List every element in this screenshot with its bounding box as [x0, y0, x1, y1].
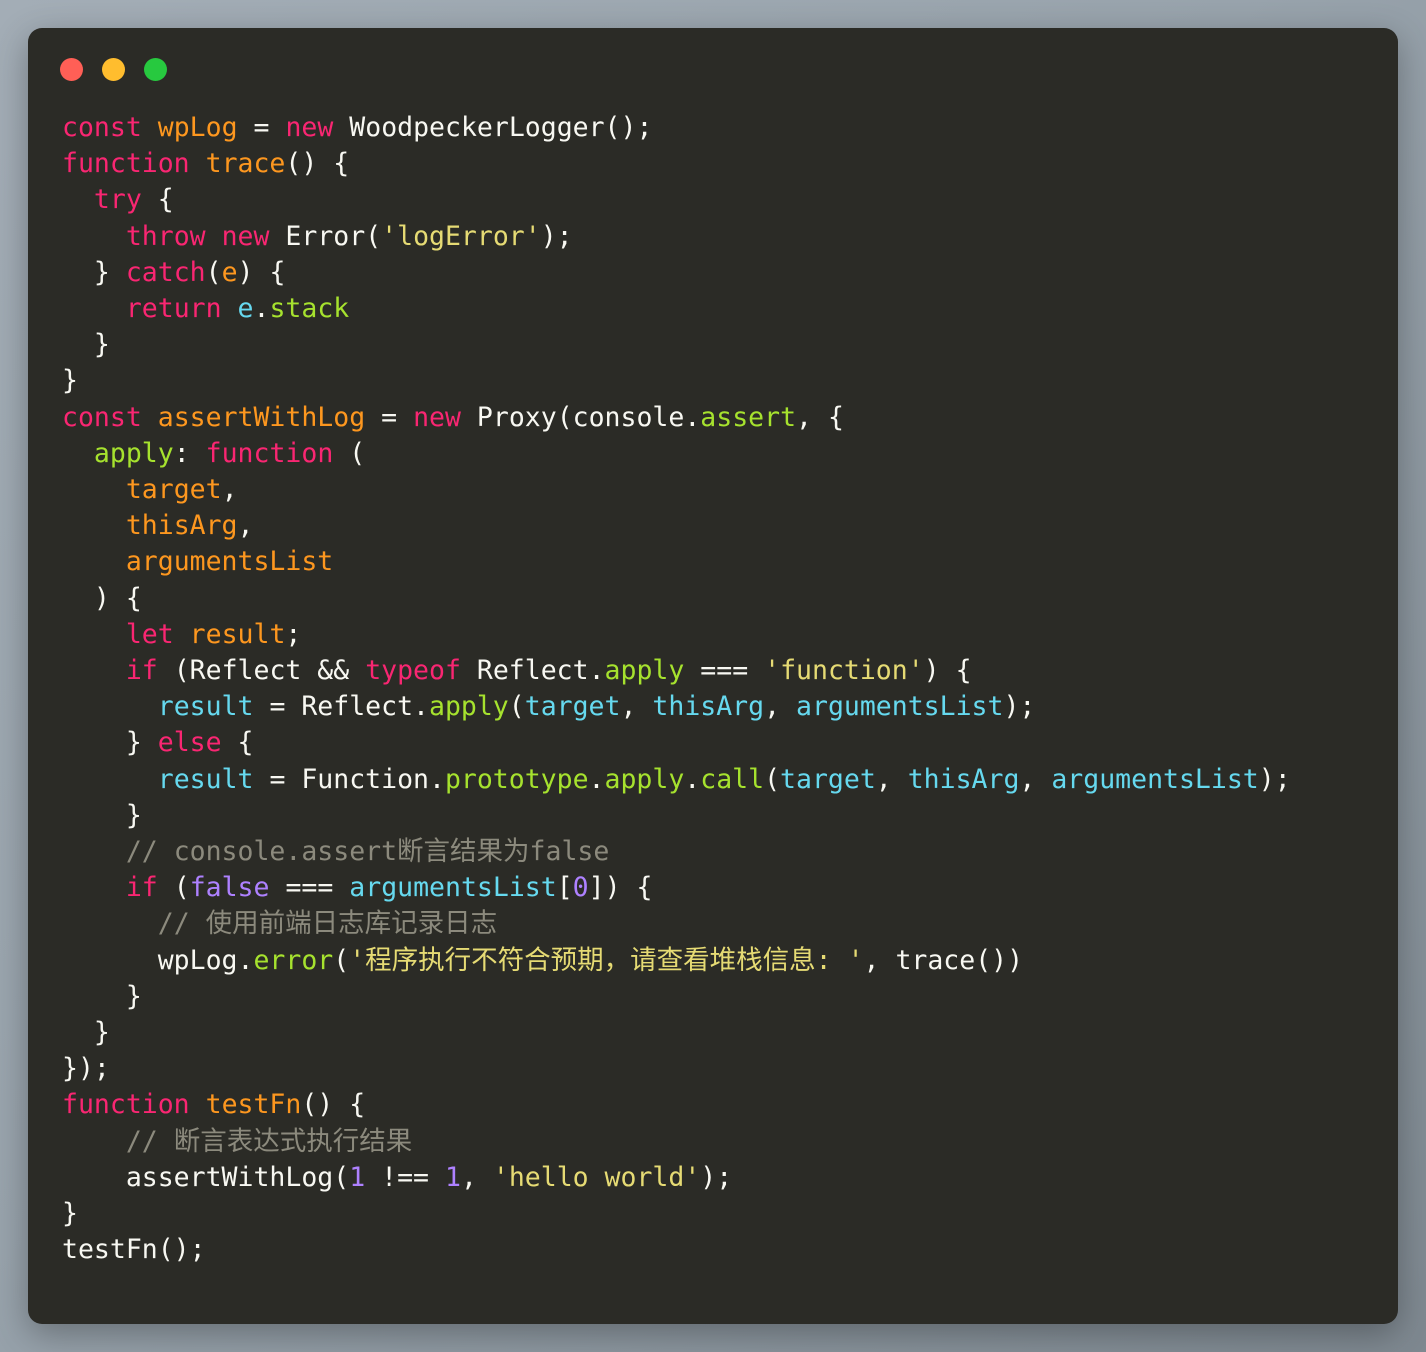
close-window-button[interactable]	[60, 57, 83, 81]
code-line: thisArg,	[125, 510, 254, 542]
code-line: } else {	[62, 727, 254, 759]
code-line: if (Reflect && typeof Reflect.apply === …	[125, 655, 972, 687]
code-line: return e.stack	[125, 293, 350, 325]
code-line: }	[62, 980, 142, 1012]
code-line: } catch(e) {	[62, 256, 286, 288]
maximize-window-button[interactable]	[144, 57, 167, 81]
code-line: });	[62, 1053, 110, 1085]
code-line: function trace() {	[62, 148, 350, 180]
code-line: result = Reflect.apply(target, thisArg, …	[157, 691, 1036, 723]
code-line: let result;	[125, 618, 302, 650]
code-line: const assertWithLog = new Proxy(console.…	[62, 401, 844, 433]
code-line: }	[62, 1198, 78, 1230]
code-line: function testFn() {	[62, 1089, 366, 1121]
code-line: ) {	[62, 582, 142, 614]
code-line: }	[62, 329, 110, 361]
code-line: result = Function.prototype.apply.call(t…	[157, 763, 1291, 795]
code-line: wpLog.error('程序执行不符合预期，请查看堆栈信息: ', trace…	[62, 944, 1024, 976]
code-line: apply: function (	[93, 437, 366, 469]
code-line: assertWithLog(1 !== 1, 'hello world');	[62, 1161, 733, 1193]
code-line: }	[62, 365, 78, 397]
source-code-block: const wpLog = new WoodpeckerLogger(); fu…	[62, 110, 1398, 1269]
code-line: const wpLog = new WoodpeckerLogger();	[62, 112, 653, 143]
code-line: testFn();	[62, 1234, 206, 1266]
code-line: try {	[93, 184, 174, 216]
code-line: // 断言表达式执行结果	[125, 1125, 413, 1157]
code-line: // 使用前端日志库记录日志	[157, 908, 498, 940]
code-editor-area[interactable]: const wpLog = new WoodpeckerLogger(); fu…	[28, 110, 1398, 1269]
code-line: // console.assert断言结果为false	[125, 836, 610, 868]
desktop-backdrop: const wpLog = new WoodpeckerLogger(); fu…	[0, 0, 1426, 1352]
minimize-window-button[interactable]	[102, 57, 125, 81]
code-line: argumentsList	[125, 546, 334, 578]
window-titlebar	[28, 28, 1398, 110]
code-line: target,	[125, 474, 238, 506]
code-line: throw new Error('logError');	[125, 220, 573, 252]
code-line: }	[62, 799, 142, 831]
code-line: }	[62, 1017, 110, 1049]
code-line: if (false === argumentsList[0]) {	[125, 872, 653, 904]
code-snippet-window: const wpLog = new WoodpeckerLogger(); fu…	[28, 28, 1398, 1324]
